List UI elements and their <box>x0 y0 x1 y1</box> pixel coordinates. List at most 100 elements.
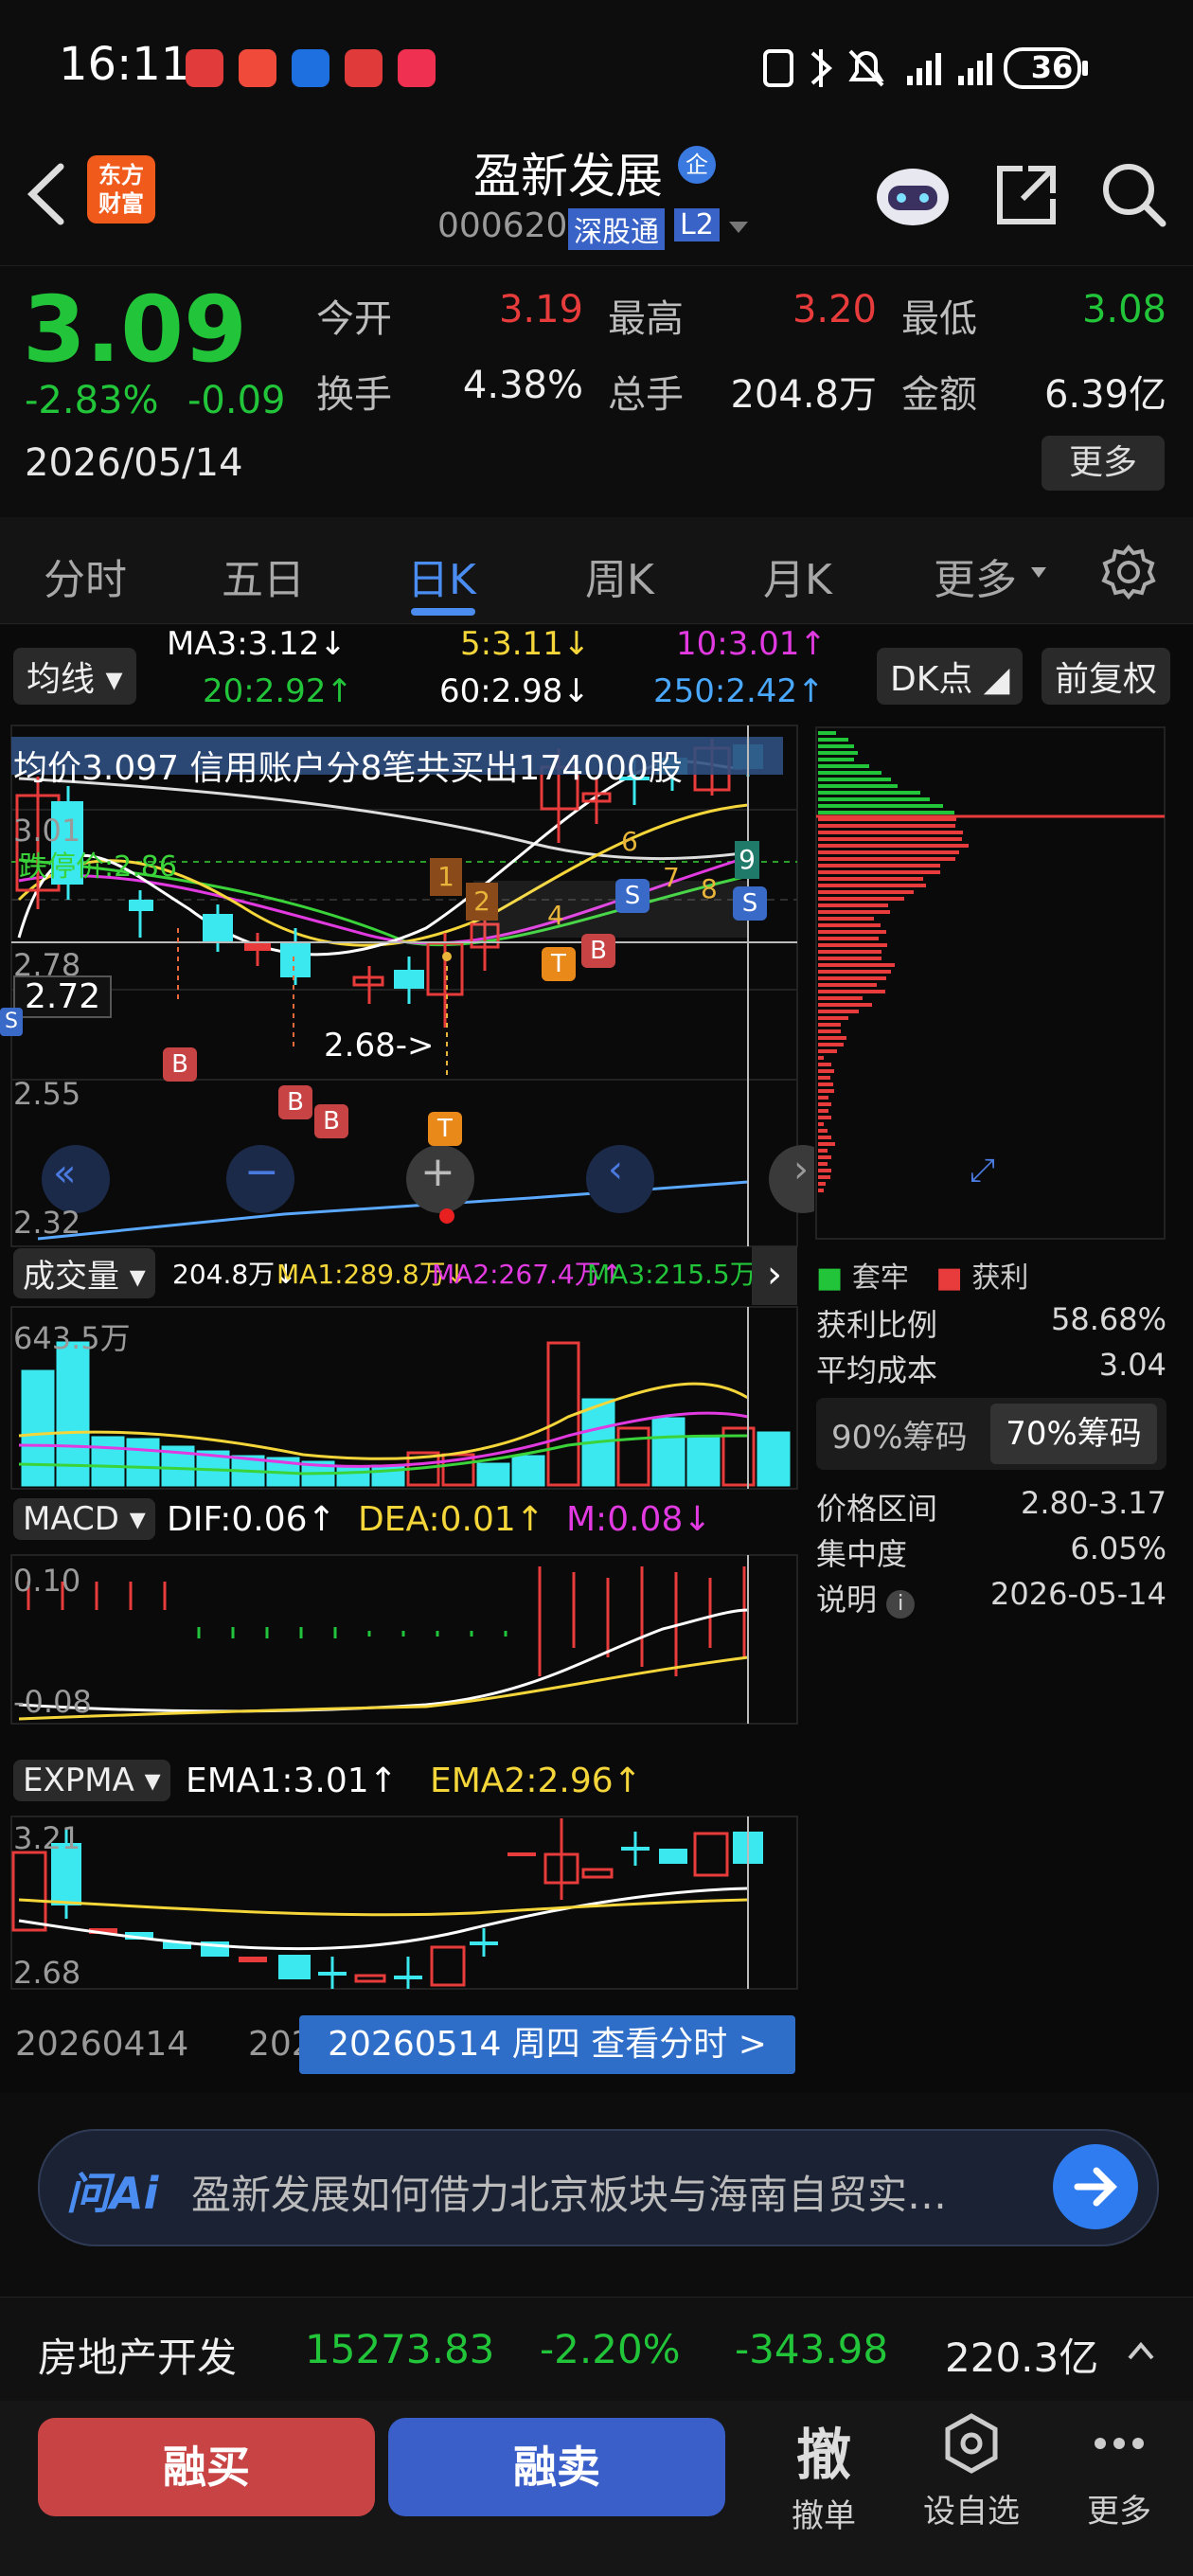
signal-count: 6 <box>621 826 638 857</box>
chip-bar <box>818 804 943 808</box>
buy-mark[interactable]: B <box>581 934 615 968</box>
buy-mark[interactable]: B <box>314 1104 348 1138</box>
chip-bar <box>818 1076 830 1080</box>
chip-bar <box>818 877 923 881</box>
dk-point-button[interactable]: DK点 ◢ <box>877 648 1023 705</box>
chip-tab-70[interactable]: 70%筹码 <box>990 1404 1157 1464</box>
sell-mark[interactable]: S <box>615 879 650 913</box>
macd-selector[interactable]: MACD ▾ <box>13 1498 155 1540</box>
macd-dea-text: DEA:0.01 <box>358 1500 516 1539</box>
back-arrow-icon[interactable] <box>23 161 70 227</box>
ai-send-button[interactable] <box>1053 2144 1138 2229</box>
volume-selector[interactable]: 成交量 ▾ <box>13 1248 155 1298</box>
tab-five-day[interactable]: 五日 <box>222 546 305 606</box>
scroll-left-icon[interactable]: ‹ <box>608 1148 623 1191</box>
margin-sell-button[interactable]: 融卖 <box>388 2418 725 2516</box>
t-mark[interactable]: T <box>542 947 576 981</box>
high-value: 3.20 <box>729 288 877 331</box>
chevron-down-icon[interactable] <box>727 220 750 237</box>
tab-weekly-k[interactable]: 周K <box>585 546 654 606</box>
scroll-left-fast-icon[interactable]: « <box>53 1152 76 1195</box>
gear-icon[interactable] <box>1100 544 1157 600</box>
buy-mark[interactable]: B <box>163 1047 197 1082</box>
ai-prompt[interactable]: 盈新发展如何借力北京板块与海南自贸实… <box>191 2163 1024 2221</box>
expma-selector-label: EXPMA <box>23 1762 134 1799</box>
chip-tab-90[interactable]: 90%筹码 <box>831 1411 968 1458</box>
zoom-in-icon[interactable]: + <box>420 1148 455 1196</box>
tab-intraday[interactable]: 分时 <box>44 546 127 606</box>
signal-count: 2 <box>466 883 498 921</box>
date-tooltip[interactable]: 20260514 周四 查看分时 > <box>299 2015 795 2074</box>
chevron-up-icon[interactable] <box>1127 2339 1155 2362</box>
expma-top-label: 3.21 <box>13 1820 80 1856</box>
avg-cost-label: 平均成本 <box>816 1352 937 1388</box>
robot-assistant-icon[interactable] <box>871 157 954 233</box>
ma20-value: 20:2.92↑ <box>203 672 353 710</box>
share-icon[interactable] <box>990 159 1062 231</box>
change-value: -0.09 <box>187 379 286 422</box>
expma-ema2: EMA2:2.96↑ <box>430 1762 642 1800</box>
macd-dea: DEA:0.01↑ <box>358 1500 544 1539</box>
chip-bar <box>818 764 869 768</box>
scroll-right-icon[interactable]: › <box>793 1148 809 1191</box>
t-mark[interactable]: T <box>428 1112 462 1146</box>
add-watchlist-button[interactable]: 设自选 <box>905 2410 1038 2531</box>
zoom-out-icon[interactable]: − <box>244 1148 279 1196</box>
last-price: 3.09 <box>23 277 247 383</box>
ai-assistant-bar[interactable]: 问Ai 盈新发展如何借力北京板块与海南自贸实… <box>38 2129 1159 2246</box>
chip-bar <box>818 970 891 974</box>
price-label-2-32: 2.32 <box>13 1205 80 1241</box>
macd-chart[interactable] <box>0 1553 814 1726</box>
expand-panel-icon[interactable]: › <box>752 1246 797 1305</box>
low-label: 最低 <box>901 288 977 343</box>
tab-more[interactable]: 更多 <box>934 546 1017 606</box>
buy-mark[interactable]: B <box>278 1085 312 1119</box>
search-icon[interactable] <box>1096 157 1172 233</box>
change-percent: -2.83% <box>25 379 159 422</box>
chart-area: 均线 ▾ MA3:3.12↓ 5:3.11↓ 10:3.01↑ 20:2.92↑… <box>0 625 1193 2093</box>
chip-bar <box>818 983 877 987</box>
volume-label: 总手 <box>608 364 684 419</box>
adjust-button[interactable]: 前复权 <box>1042 648 1170 705</box>
signal-count: 4 <box>547 900 564 931</box>
avg-cost-row: 平均成本 3.04 <box>816 1347 1166 1390</box>
tab-monthly-k[interactable]: 月K <box>763 546 832 606</box>
more-button[interactable]: 更多 <box>1042 436 1165 491</box>
chip-bar <box>818 1049 837 1053</box>
app-notification-icon <box>292 49 329 87</box>
chip-bar <box>818 797 930 801</box>
ma-selector[interactable]: 均线 ▾ <box>13 648 136 705</box>
macd-m: M:0.08↓ <box>566 1500 712 1539</box>
expma-selector[interactable]: EXPMA ▾ <box>13 1760 170 1801</box>
chip-bar <box>818 917 874 921</box>
sell-mark[interactable]: S <box>0 1008 23 1036</box>
hexagon-settings-icon <box>938 2410 1005 2477</box>
chip-bar <box>818 1162 828 1166</box>
quote-date: 2026/05/14 <box>25 441 243 485</box>
cancel-order-button[interactable]: 撤 撤单 <box>757 2410 890 2536</box>
amount-value: 6.39亿 <box>1013 364 1166 419</box>
margin-buy-button[interactable]: 融买 <box>38 2418 375 2516</box>
low-marker: 2.68-> <box>324 1027 434 1064</box>
expma-ema1: EMA1:3.01↑ <box>186 1762 398 1800</box>
tab-daily-k[interactable]: 日K <box>407 546 476 606</box>
sector-bar[interactable]: 房地产开发 15273.83 -2.20% -343.98 220.3亿 <box>0 2297 1193 2402</box>
info-icon[interactable]: i <box>886 1590 915 1619</box>
sell-mark[interactable]: S <box>733 886 767 921</box>
chip-bar <box>818 1069 834 1073</box>
signal-count: 1 <box>430 858 462 896</box>
turnover-label: 换手 <box>316 364 392 419</box>
kline-chart[interactable] <box>0 720 814 1250</box>
avg-cost-value: 3.04 <box>1099 1347 1166 1383</box>
macd-top-label: 0.10 <box>13 1563 80 1599</box>
volume-ma3: MA3:215.5万↑ <box>587 1254 778 1292</box>
more-actions-button[interactable]: 更多 <box>1053 2410 1185 2531</box>
chip-bar <box>818 837 962 841</box>
chip-bar <box>818 870 940 874</box>
chip-bar <box>818 1189 824 1192</box>
note-row: 说明 i 2026-05-14 <box>816 1576 1166 1619</box>
chip-bar <box>818 923 881 927</box>
expma-chart[interactable] <box>0 1815 814 1991</box>
chip-distribution-chart[interactable] <box>814 725 1166 1241</box>
open-value: 3.19 <box>445 288 583 331</box>
